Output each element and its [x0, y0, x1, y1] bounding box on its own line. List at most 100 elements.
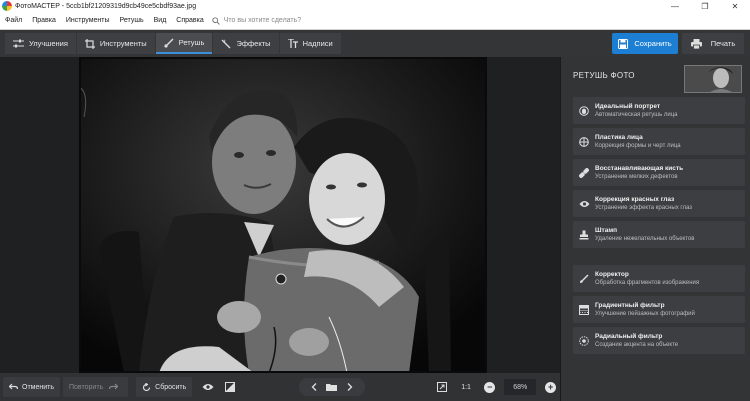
- minimize-button[interactable]: —: [660, 0, 690, 12]
- zoom-level[interactable]: 68%: [504, 379, 537, 395]
- zoom-out-button[interactable]: −: [480, 377, 499, 397]
- tool-face-sculpt[interactable]: Пластика лица Коррекция формы и черт лица: [573, 128, 745, 155]
- printer-icon: [690, 38, 702, 49]
- tab-captions[interactable]: Надписи: [279, 33, 341, 54]
- brush-icon: [580, 273, 589, 283]
- reset-icon: [143, 382, 151, 391]
- actual-size-button[interactable]: 1:1: [455, 377, 478, 397]
- search-placeholder: Что вы хотите сделать?: [223, 17, 302, 24]
- redo-label: Повторить: [69, 383, 104, 391]
- file-navigation: [298, 378, 365, 396]
- reset-button[interactable]: Сбросить: [136, 377, 193, 397]
- floppy-disk-icon: [618, 38, 629, 49]
- tool-name: Идеальный портрет: [595, 103, 661, 110]
- zoom-in-button[interactable]: +: [541, 377, 560, 397]
- tool-desc: Обработка фрагментов изображения: [595, 280, 700, 286]
- tool-name: Радиальный фильтр: [595, 333, 663, 340]
- photo-preview[interactable]: [79, 57, 487, 373]
- window-title: ФотоМАСТЕР - 5ccb1bf21209319d9cb49ce5cbd…: [15, 2, 197, 10]
- menu-search[interactable]: Что вы хотите сделать?: [212, 16, 302, 25]
- title-bar: ФотоМАСТЕР - 5ccb1bf21209319d9cb49ce5cbd…: [0, 0, 750, 12]
- reset-label: Сбросить: [155, 383, 187, 391]
- open-folder-button[interactable]: [323, 383, 341, 391]
- plus-icon: +: [545, 381, 557, 393]
- tool-red-eye[interactable]: Коррекция красных глаз Устранение эффекта…: [573, 190, 745, 217]
- print-label: Печать: [710, 39, 736, 48]
- crop-icon: [84, 38, 95, 49]
- stamp-icon: [579, 230, 589, 239]
- tool-desc: Устранение мелких дефектов: [595, 174, 678, 180]
- face-shape-icon: [579, 136, 589, 147]
- radial-icon: [579, 335, 589, 346]
- tab-retouch-label: Ретушь: [178, 38, 205, 47]
- panel-header: РЕТУШЬ ФОТО: [561, 57, 750, 95]
- tab-tools-label: Инструменты: [99, 39, 147, 48]
- tab-effects-label: Эффекты: [236, 39, 271, 48]
- text-icon: [287, 39, 298, 48]
- vintage-photo-image: [79, 57, 487, 373]
- undo-button[interactable]: Отменить: [3, 377, 60, 397]
- eye-icon: [202, 384, 214, 390]
- image-canvas[interactable]: [0, 57, 560, 373]
- tool-name: Пластика лица: [595, 134, 643, 141]
- tool-desc: Создание акцента на объекте: [595, 342, 679, 348]
- menu-retouch[interactable]: Ретушь: [115, 17, 149, 24]
- maximize-button[interactable]: ❐: [690, 0, 720, 12]
- tab-tools[interactable]: Инструменты: [76, 33, 155, 54]
- tool-stamp[interactable]: Штамп Удаление нежелательных объектов: [573, 221, 745, 248]
- undo-label: Отменить: [22, 383, 54, 391]
- tool-name: Градиентный фильтр: [595, 302, 665, 309]
- healing-brush-icon: [579, 167, 589, 178]
- tool-desc: Автоматическая ретушь лица: [595, 112, 678, 118]
- tool-name: Коррекция красных глаз: [595, 196, 675, 203]
- tool-name: Корректор: [595, 271, 629, 278]
- tool-desc: Улучшение пейзажных фотографий: [595, 311, 695, 317]
- compare-icon: [224, 382, 235, 392]
- menu-view[interactable]: Вид: [149, 17, 172, 24]
- compare-button[interactable]: [220, 377, 239, 397]
- redo-icon: [109, 383, 119, 390]
- brush-icon: [164, 38, 174, 48]
- tab-enhancements[interactable]: Улучшения: [5, 33, 76, 54]
- chevron-left-icon: [311, 383, 317, 391]
- redo-button[interactable]: Повторить: [63, 377, 129, 397]
- preview-toggle-button[interactable]: [198, 377, 217, 397]
- chevron-right-icon: [347, 383, 353, 391]
- prev-image-button[interactable]: [305, 383, 323, 391]
- fit-to-screen-button[interactable]: [433, 377, 452, 397]
- bottom-bar: Отменить Повторить Сбросить 1:1 − 68% +: [0, 373, 560, 401]
- menu-file[interactable]: Файл: [0, 17, 27, 24]
- tab-enhancements-label: Улучшения: [29, 39, 68, 48]
- tool-radial-filter[interactable]: Радиальный фильтр Создание акцента на объ…: [573, 327, 745, 354]
- menu-edit[interactable]: Правка: [27, 17, 61, 24]
- eye-icon: [579, 200, 589, 207]
- folder-icon: [326, 384, 338, 391]
- portrait-icon: [579, 105, 589, 116]
- tab-retouch[interactable]: Ретушь: [155, 33, 213, 54]
- retouch-panel: РЕТУШЬ ФОТО Идеальный портрет Автоматичес…: [560, 57, 750, 401]
- tool-gradient-filter[interactable]: Градиентный фильтр Улучшение пейзажных фо…: [573, 296, 745, 323]
- menu-help[interactable]: Справка: [171, 17, 208, 24]
- search-icon: [212, 16, 220, 25]
- save-button[interactable]: Сохранить: [612, 33, 678, 54]
- panel-title: РЕТУШЬ ФОТО: [573, 71, 635, 80]
- menu-bar: Файл Правка Инструменты Ретушь Вид Справ…: [0, 12, 750, 30]
- panel-header-image: [684, 65, 742, 93]
- tab-effects[interactable]: Эффекты: [213, 33, 279, 54]
- close-button[interactable]: ✕: [720, 0, 750, 12]
- undo-icon: [9, 383, 18, 390]
- main-toolbar: Улучшения Инструменты Ретушь Эффекты Над…: [0, 30, 750, 57]
- tool-name: Восстанавливающая кисть: [595, 165, 684, 172]
- print-button[interactable]: Печать: [682, 33, 744, 54]
- tool-ideal-portrait[interactable]: Идеальный портрет Автоматическая ретушь л…: [573, 97, 745, 124]
- menu-tools[interactable]: Инструменты: [61, 17, 115, 24]
- tool-corrector[interactable]: Корректор Обработка фрагментов изображени…: [573, 265, 745, 292]
- next-image-button[interactable]: [341, 383, 359, 391]
- tool-healing-brush[interactable]: Восстанавливающая кисть Устранение мелких…: [573, 159, 745, 186]
- tab-captions-label: Надписи: [302, 39, 333, 48]
- minus-icon: −: [484, 381, 496, 393]
- tool-desc: Устранение эффекта красных глаз: [595, 205, 692, 211]
- sliders-icon: [13, 39, 24, 48]
- tool-desc: Коррекция формы и черт лица: [595, 143, 681, 149]
- app-logo-icon: [2, 1, 12, 11]
